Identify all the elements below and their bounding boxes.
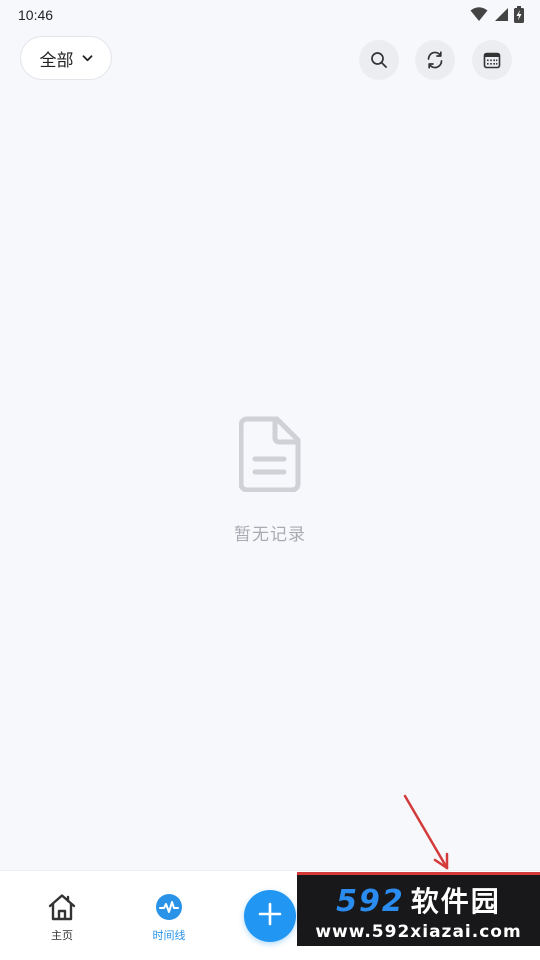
status-icons bbox=[470, 6, 524, 23]
battery-charging-icon bbox=[514, 6, 524, 23]
filter-dropdown[interactable]: 全部 bbox=[20, 36, 112, 80]
plus-icon bbox=[258, 902, 282, 930]
watermark-number: 592 bbox=[336, 883, 405, 919]
signal-icon bbox=[494, 7, 508, 22]
watermark-url: www.592xiazai.com bbox=[315, 921, 522, 942]
timeline-icon bbox=[155, 893, 183, 921]
home-icon bbox=[47, 893, 77, 921]
calendar-icon bbox=[483, 51, 501, 69]
filter-label: 全部 bbox=[39, 50, 74, 71]
search-icon bbox=[370, 51, 388, 69]
nav-item-home[interactable]: 主页 bbox=[17, 893, 107, 943]
watermark-brand: 592 软件园 bbox=[336, 880, 501, 920]
add-button[interactable] bbox=[244, 890, 296, 942]
nav-label-home: 主页 bbox=[51, 929, 73, 942]
empty-state-text: 暂无记录 bbox=[234, 525, 306, 545]
chevron-down-icon bbox=[82, 54, 93, 62]
status-bar: 10:46 bbox=[0, 0, 540, 32]
empty-state: 暂无记录 bbox=[0, 416, 540, 545]
search-button[interactable] bbox=[359, 40, 399, 80]
watermark-logo: 592 软件园 www.592xiazai.com bbox=[297, 872, 540, 946]
wifi-icon bbox=[470, 7, 488, 22]
nav-item-timeline[interactable]: 时间线 bbox=[124, 893, 214, 943]
document-icon bbox=[238, 416, 301, 496]
watermark-brand-text: 软件园 bbox=[410, 884, 501, 918]
nav-label-timeline: 时间线 bbox=[152, 929, 186, 942]
sync-button[interactable] bbox=[415, 40, 455, 80]
status-time: 10:46 bbox=[18, 7, 54, 23]
sync-icon bbox=[425, 50, 445, 70]
calendar-button[interactable] bbox=[472, 40, 512, 80]
